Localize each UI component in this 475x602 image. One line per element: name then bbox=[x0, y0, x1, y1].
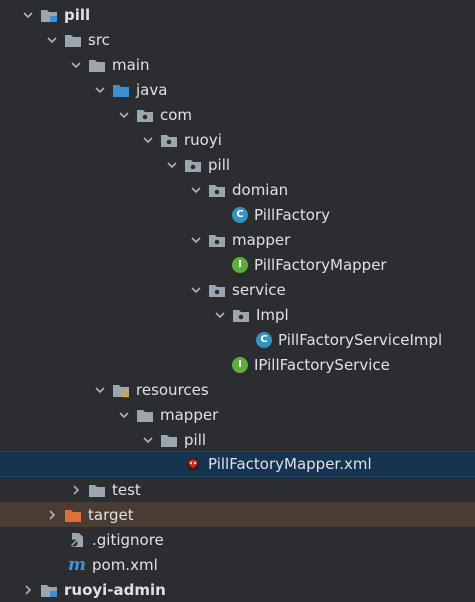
chevron-down-icon[interactable] bbox=[44, 32, 60, 48]
tree-item-label: ruoyi-admin bbox=[64, 580, 166, 599]
class-icon: C bbox=[256, 331, 272, 348]
tree-item-impl[interactable]: Impl bbox=[0, 302, 475, 327]
excluded-folder-icon bbox=[64, 507, 82, 523]
interface-icon: I bbox=[232, 256, 248, 273]
tree-item-label: PillFactoryMapper bbox=[254, 255, 387, 274]
tree-item-label: test bbox=[112, 480, 141, 499]
tree-item-ipillfactoryservice[interactable]: I IPillFactoryService bbox=[0, 352, 475, 377]
folder-icon bbox=[64, 32, 82, 48]
folder-icon bbox=[88, 57, 106, 73]
tree-item-ruoyi-admin[interactable]: ruoyi-admin bbox=[0, 577, 475, 602]
tree-item-label: PillFactoryMapper.xml bbox=[208, 455, 372, 473]
chevron-right-icon[interactable] bbox=[68, 482, 84, 498]
module-folder-icon bbox=[40, 582, 58, 598]
tree-item-pillfactorymapper-xml[interactable]: PillFactoryMapper.xml bbox=[0, 451, 475, 477]
tree-item-label: .gitignore bbox=[92, 530, 164, 549]
package-icon bbox=[160, 132, 178, 148]
gitignore-file-icon bbox=[68, 532, 86, 548]
tree-item-label: service bbox=[232, 280, 286, 299]
module-folder-icon bbox=[40, 7, 58, 23]
tree-item-pillfactoryserviceimpl[interactable]: C PillFactoryServiceImpl bbox=[0, 327, 475, 352]
source-root-folder-icon bbox=[112, 82, 130, 98]
tree-item-label: resources bbox=[136, 380, 209, 399]
tree-item-label: main bbox=[112, 55, 150, 74]
tree-item-pill-module[interactable]: pill bbox=[0, 2, 475, 27]
mybatis-xml-icon bbox=[184, 456, 202, 472]
chevron-down-icon[interactable] bbox=[20, 7, 36, 23]
tree-item-mapper-package[interactable]: mapper bbox=[0, 227, 475, 252]
tree-item-ruoyi[interactable]: ruoyi bbox=[0, 127, 475, 152]
tree-item-com[interactable]: com bbox=[0, 102, 475, 127]
chevron-down-icon[interactable] bbox=[188, 182, 204, 198]
tree-item-service[interactable]: service bbox=[0, 277, 475, 302]
chevron-down-icon[interactable] bbox=[188, 232, 204, 248]
tree-item-resources[interactable]: resources bbox=[0, 377, 475, 402]
chevron-down-icon[interactable] bbox=[116, 107, 132, 123]
chevron-right-icon[interactable] bbox=[44, 507, 60, 523]
chevron-down-icon[interactable] bbox=[164, 157, 180, 173]
chevron-down-icon[interactable] bbox=[116, 407, 132, 423]
tree-item-domian[interactable]: domian bbox=[0, 177, 475, 202]
tree-item-label: java bbox=[136, 80, 168, 99]
folder-icon bbox=[136, 407, 154, 423]
chevron-down-icon[interactable] bbox=[140, 132, 156, 148]
tree-item-label: target bbox=[88, 505, 134, 524]
tree-item-label: domian bbox=[232, 180, 289, 199]
package-icon bbox=[136, 107, 154, 123]
tree-item-label: ruoyi bbox=[184, 130, 222, 149]
interface-icon: I bbox=[232, 356, 248, 373]
tree-item-label: pill bbox=[208, 155, 231, 174]
tree-item-main[interactable]: main bbox=[0, 52, 475, 77]
package-icon bbox=[208, 182, 226, 198]
chevron-down-icon[interactable] bbox=[92, 82, 108, 98]
tree-item-label: PillFactoryServiceImpl bbox=[278, 330, 443, 349]
package-icon bbox=[184, 157, 202, 173]
tree-item-label: PillFactory bbox=[254, 205, 331, 224]
tree-item-label: mapper bbox=[232, 230, 291, 249]
tree-item-gitignore[interactable]: .gitignore bbox=[0, 527, 475, 552]
maven-file-icon: m bbox=[68, 554, 86, 575]
package-icon bbox=[208, 232, 226, 248]
package-icon bbox=[208, 282, 226, 298]
tree-item-mapper-folder[interactable]: mapper bbox=[0, 402, 475, 427]
chevron-right-icon[interactable] bbox=[20, 582, 36, 598]
folder-icon bbox=[88, 482, 106, 498]
tree-item-label: com bbox=[160, 105, 193, 124]
tree-item-target[interactable]: target bbox=[0, 502, 475, 527]
chevron-down-icon[interactable] bbox=[140, 432, 156, 448]
project-tree: pill src main java com ruoyi pill domian… bbox=[0, 0, 475, 602]
chevron-down-icon[interactable] bbox=[188, 282, 204, 298]
class-icon: C bbox=[232, 206, 248, 223]
tree-item-label: mapper bbox=[160, 405, 219, 424]
tree-item-java[interactable]: java bbox=[0, 77, 475, 102]
tree-item-src[interactable]: src bbox=[0, 27, 475, 52]
tree-item-label: Impl bbox=[256, 305, 289, 324]
tree-item-label: pill bbox=[184, 430, 207, 449]
folder-icon bbox=[160, 432, 178, 448]
tree-item-test[interactable]: test bbox=[0, 477, 475, 502]
tree-item-pillfactory[interactable]: C PillFactory bbox=[0, 202, 475, 227]
chevron-down-icon[interactable] bbox=[68, 57, 84, 73]
resources-folder-icon bbox=[112, 382, 130, 398]
tree-item-label: IPillFactoryService bbox=[254, 355, 390, 374]
package-icon bbox=[232, 307, 250, 323]
tree-item-pom-xml[interactable]: m pom.xml bbox=[0, 552, 475, 577]
tree-item-label: pill bbox=[64, 5, 91, 24]
tree-item-pillfactorymapper[interactable]: I PillFactoryMapper bbox=[0, 252, 475, 277]
tree-item-pill-folder[interactable]: pill bbox=[0, 427, 475, 452]
tree-item-label: pom.xml bbox=[92, 555, 158, 574]
chevron-down-icon[interactable] bbox=[92, 382, 108, 398]
tree-item-pill-package[interactable]: pill bbox=[0, 152, 475, 177]
chevron-down-icon[interactable] bbox=[212, 307, 228, 323]
tree-item-label: src bbox=[88, 30, 110, 49]
